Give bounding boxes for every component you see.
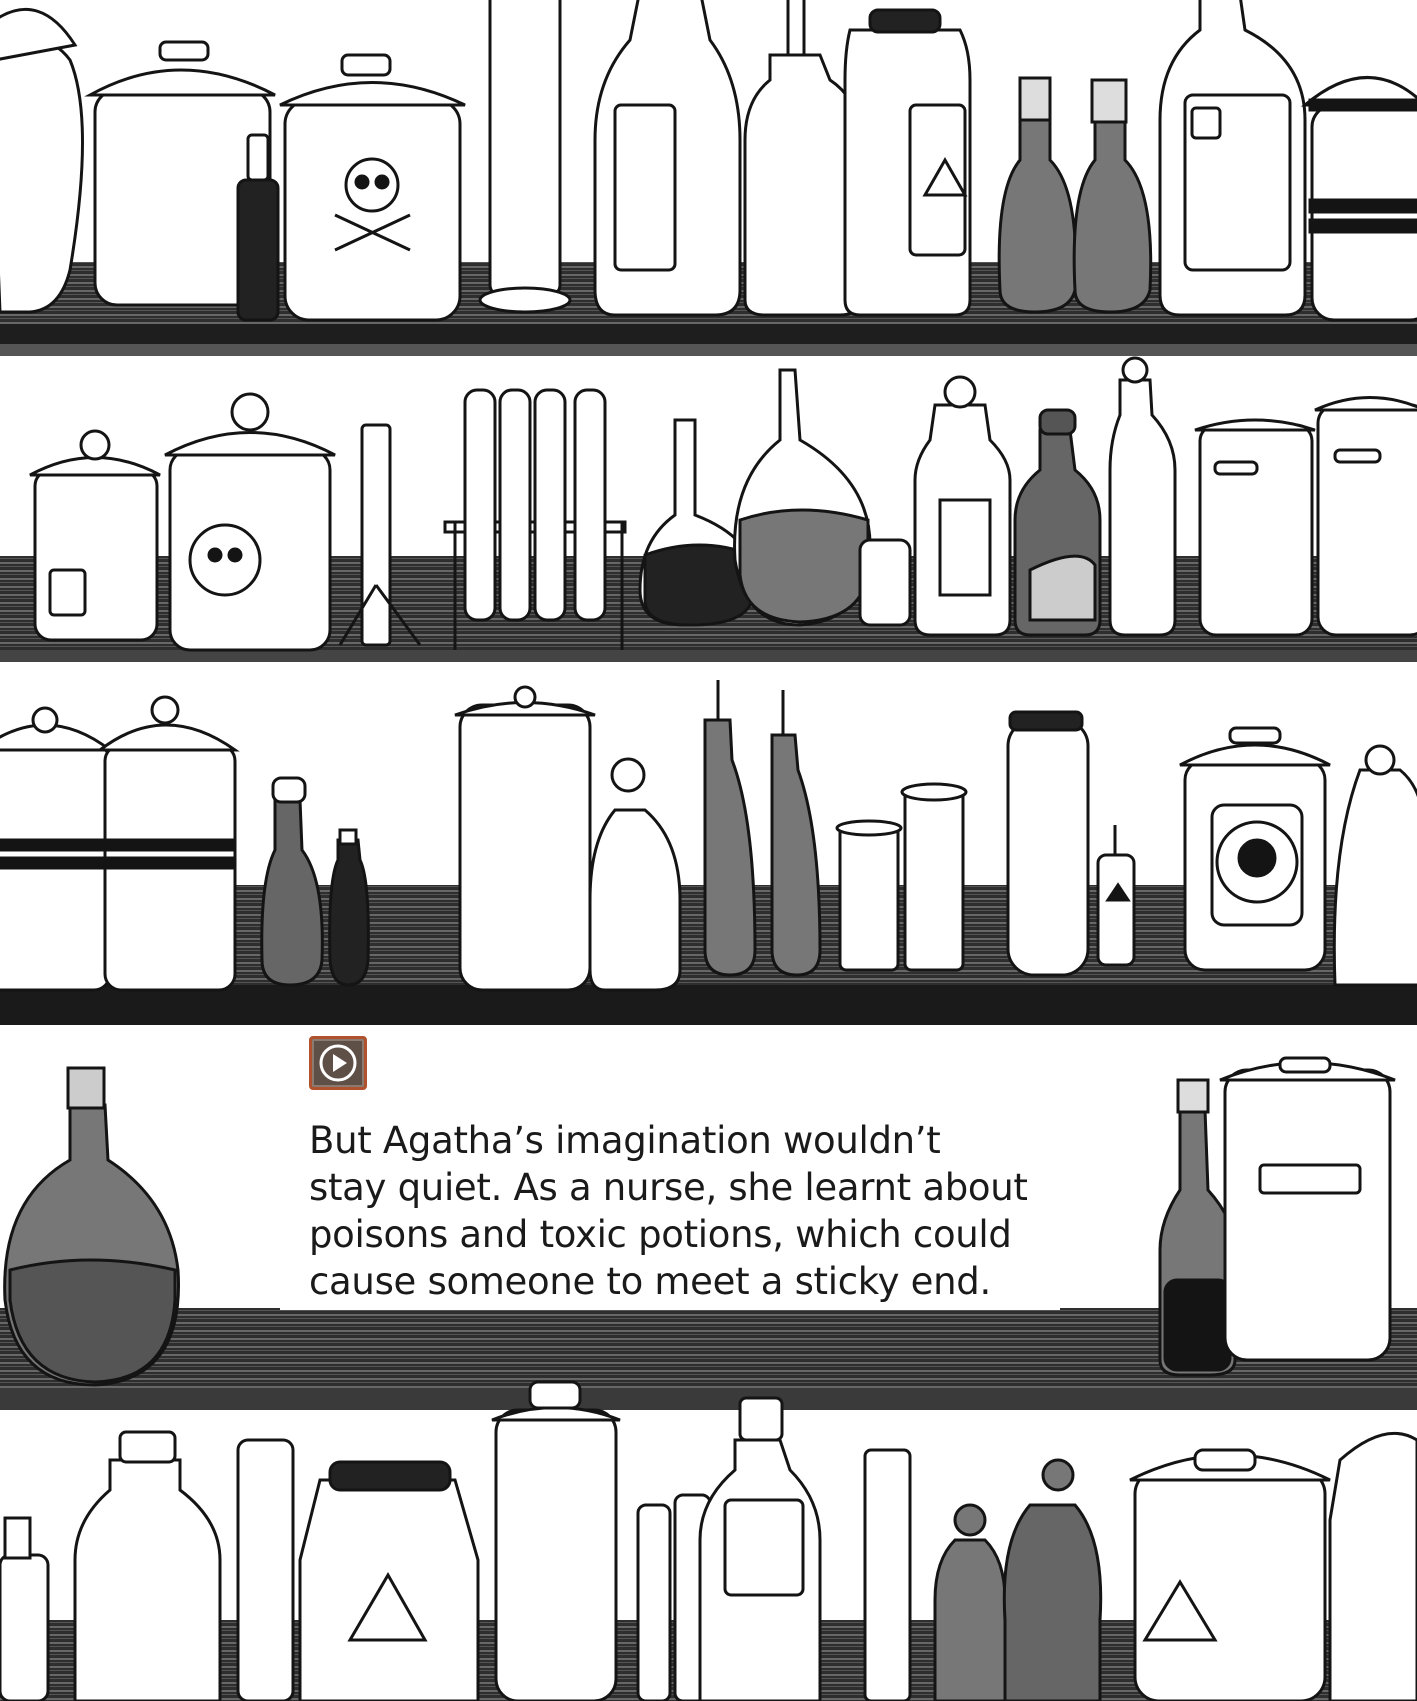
apothecary-shelves-illustration bbox=[0, 0, 1417, 1701]
row-1-containers bbox=[0, 0, 1417, 322]
story-line: But Agatha’s imagination wouldn’t bbox=[309, 1119, 941, 1162]
story-line: poisons and toxic potions, which could bbox=[309, 1213, 1012, 1256]
row-2-containers bbox=[29, 356, 1417, 652]
row-5-containers bbox=[0, 1380, 1417, 1701]
story-line: stay quiet. As a nurse, she learnt about bbox=[309, 1166, 1028, 1209]
play-icon bbox=[319, 1044, 357, 1082]
story-line: cause someone to meet a sticky end. bbox=[309, 1260, 991, 1303]
story-text: But Agatha’s imagination wouldn’t stay q… bbox=[309, 1117, 1029, 1305]
play-audio-button[interactable] bbox=[309, 1036, 367, 1090]
row-3-containers bbox=[0, 680, 1417, 992]
